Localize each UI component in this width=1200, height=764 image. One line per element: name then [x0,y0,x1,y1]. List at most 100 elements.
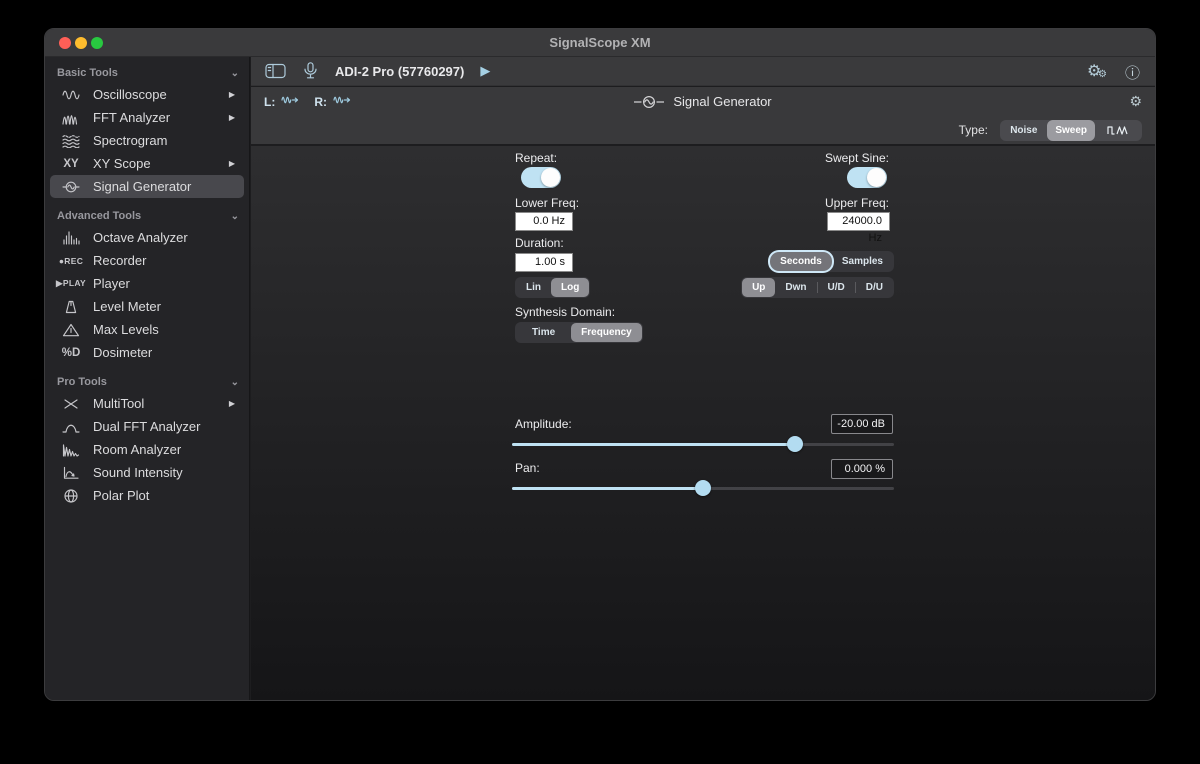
sidebar-item-label: XY Scope [93,156,151,171]
generator-panel: Repeat: Swept Sine: Lower Freq: 0.0 Hz U… [251,146,1155,700]
sidebar-item-label: MultiTool [93,396,144,411]
domain-option-time[interactable]: Time [516,323,571,342]
sidebar-item-dosimeter[interactable]: %D Dosimeter [50,341,244,364]
sidebar-item-max-levels[interactable]: Max Levels [50,318,244,341]
sidebar-item-player[interactable]: ▶PLAY Player [50,272,244,295]
chevron-down-icon: ⌄ [231,211,239,222]
scale-segmented-control: Lin Log [515,277,590,298]
direction-option-ud[interactable]: U/D [818,278,855,297]
lower-freq-label: Lower Freq: [515,196,579,210]
toggle-knob [867,168,886,187]
play-button[interactable]: ▶ [480,63,490,79]
sidebar-item-multitool[interactable]: MultiTool ▶ [50,392,244,415]
axis-curve-icon [56,466,86,480]
sidebar-item-signal-generator[interactable]: Signal Generator [50,175,244,198]
pan-slider[interactable] [512,480,894,496]
sidebar-item-label: Recorder [93,253,146,268]
repeat-label: Repeat: [515,151,557,165]
level-meter-icon [56,300,86,314]
sidebar-item-spectrogram[interactable]: Spectrogram [50,129,244,152]
sidebar-item-label: Player [93,276,130,291]
slider-thumb[interactable] [695,480,711,496]
pan-value-field[interactable]: 0.000 % [831,459,893,479]
sidebar-item-label: Max Levels [93,322,159,337]
direction-option-dwn[interactable]: Dwn [775,278,816,297]
amplitude-slider[interactable] [512,436,894,452]
sidebar-item-label: Dual FFT Analyzer [93,419,200,434]
dosimeter-icon: %D [56,347,86,359]
sidebar-item-oscilloscope[interactable]: Oscilloscope ▶ [50,83,244,106]
warning-triangle-icon [56,323,86,337]
scale-option-log[interactable]: Log [551,278,589,297]
scale-option-lin[interactable]: Lin [516,278,551,297]
sidebar-item-label: Signal Generator [93,179,191,194]
slider-fill [512,443,795,446]
amplitude-label: Amplitude: [515,417,572,431]
channel-bar: L: R: Signal Generator ⚙ [251,87,1155,116]
section-header-pro-tools[interactable]: Pro Tools ⌄ [57,373,239,391]
app-window: SignalScope XM Basic Tools ⌄ Oscilloscop… [44,28,1156,701]
sidebar-item-octave-analyzer[interactable]: Octave Analyzer [50,226,244,249]
microphone-icon[interactable] [304,62,317,80]
domain-option-frequency[interactable]: Frequency [571,323,642,342]
chevron-down-icon: ⌄ [231,377,239,388]
duration-input[interactable]: 1.00 s [515,253,573,272]
sidebar-toggle-button[interactable] [265,63,286,79]
units-option-samples[interactable]: Samples [832,252,893,271]
sidebar-item-label: Room Analyzer [93,442,181,457]
section-label: Pro Tools [57,376,107,388]
device-name[interactable]: ADI-2 Pro (57760297) [335,64,464,79]
section-header-advanced-tools[interactable]: Advanced Tools ⌄ [57,207,239,225]
swept-sine-label: Swept Sine: [825,151,889,165]
settings-gears-icon[interactable]: ⚙⚙ [1087,61,1111,81]
section-label: Advanced Tools [57,210,141,222]
toolbar: ADI-2 Pro (57760297) ▶ ⚙⚙ ⓘ [251,57,1155,86]
generator-settings-gear-icon[interactable]: ⚙ [1129,93,1142,110]
swept-sine-toggle[interactable] [847,167,887,188]
sidebar-item-level-meter[interactable]: Level Meter [50,295,244,318]
type-row: Type: Noise Sweep [251,116,1155,145]
sidebar-item-label: Oscilloscope [93,87,167,102]
panel-title: Signal Generator [251,87,1155,116]
curve-icon [56,420,86,434]
units-option-seconds[interactable]: Seconds [770,252,832,271]
sidebar-item-polar-plot[interactable]: Polar Plot [50,484,244,507]
sidebar-item-dual-fft-analyzer[interactable]: Dual FFT Analyzer [50,415,244,438]
duration-label: Duration: [515,236,564,250]
slider-thumb[interactable] [787,436,803,452]
sidebar-item-sound-intensity[interactable]: Sound Intensity [50,461,244,484]
type-label: Type: [959,123,988,137]
sidebar-item-fft-analyzer[interactable]: FFT Analyzer ▶ [50,106,244,129]
direction-option-up[interactable]: Up [742,278,775,297]
sidebar: Basic Tools ⌄ Oscilloscope ▶ FFT Analyze… [45,57,250,700]
type-segmented-control: Noise Sweep [1000,120,1142,141]
amplitude-value-field[interactable]: -20.00 dB [831,414,893,434]
sidebar-item-room-analyzer[interactable]: Room Analyzer [50,438,244,461]
toggle-knob [541,168,560,187]
sidebar-item-label: Polar Plot [93,488,149,503]
lower-freq-input[interactable]: 0.0 Hz [515,212,573,231]
direction-segmented-control: Up Dwn U/D D/U [741,277,894,298]
xy-icon: XY [56,158,86,170]
octave-bars-icon [56,231,86,245]
sidebar-item-label: Spectrogram [93,133,167,148]
type-option-noise[interactable]: Noise [1000,120,1047,141]
fft-peaks-icon [56,111,86,125]
window-title: SignalScope XM [45,29,1155,57]
section-header-basic-tools[interactable]: Basic Tools ⌄ [57,64,239,82]
submenu-arrow-icon: ▶ [229,113,235,122]
sidebar-item-label: Octave Analyzer [93,230,188,245]
sidebar-item-xy-scope[interactable]: XY XY Scope ▶ [50,152,244,175]
type-option-sweep[interactable]: Sweep [1047,120,1095,141]
multitool-icon [56,397,86,411]
repeat-toggle[interactable] [521,167,561,188]
sidebar-item-label: Level Meter [93,299,161,314]
info-icon[interactable]: ⓘ [1125,62,1140,83]
type-option-arbitrary[interactable] [1095,120,1142,141]
sidebar-item-recorder[interactable]: ●REC Recorder [50,249,244,272]
upper-freq-input[interactable]: 24000.0 Hz [827,212,890,231]
direction-option-du[interactable]: D/U [856,278,893,297]
sidebar-item-label: Dosimeter [93,345,152,360]
units-segmented-control: Seconds Samples [769,251,894,272]
pan-label: Pan: [515,461,540,475]
